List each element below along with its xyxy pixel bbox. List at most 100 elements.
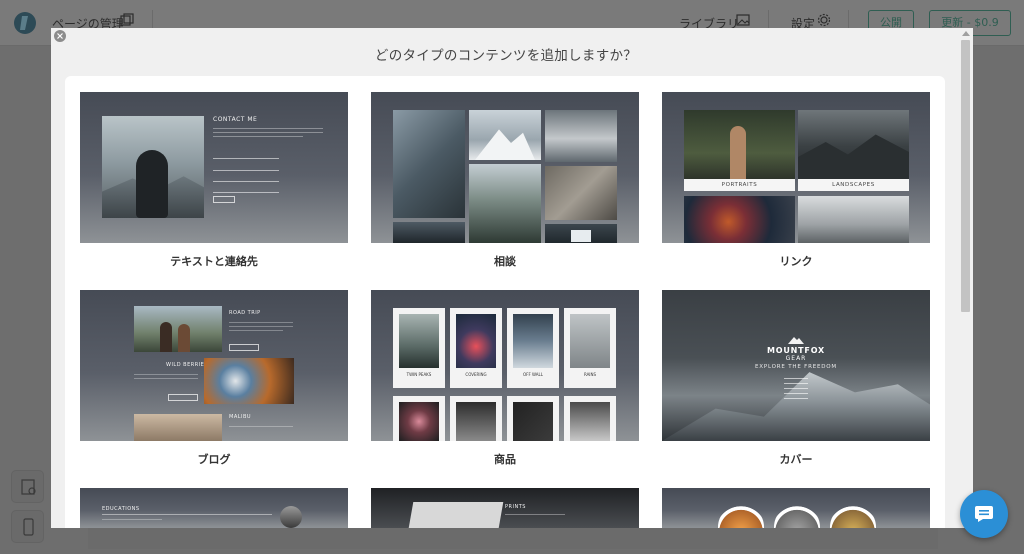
forest-road-image — [469, 164, 541, 243]
product-card — [393, 396, 445, 441]
card-prints[interactable]: PRINTS — [371, 488, 639, 528]
product-name: OFF WALL — [523, 372, 543, 377]
landscape-image — [798, 110, 909, 182]
card-label: カバー — [779, 453, 813, 466]
thumbnail: PORTRAITS LANDSCAPES — [662, 92, 930, 243]
product-card: COVERING — [450, 308, 502, 388]
text-line — [784, 388, 808, 389]
side-mobile-button[interactable] — [11, 510, 44, 543]
card-links[interactable]: PORTRAITS LANDSCAPES リンク — [662, 92, 930, 268]
close-icon — [57, 33, 63, 39]
card-products[interactable]: TWIN PEAKS COVERING OFF WALL RAINS 商品 — [371, 290, 639, 466]
cover-brand-sub: GEAR — [785, 355, 807, 362]
cloud-peak-image — [545, 110, 617, 162]
palm-image — [134, 414, 222, 441]
dark-image — [545, 224, 617, 243]
side-search-button[interactable] — [11, 470, 44, 503]
text-line — [784, 398, 808, 399]
berries-image — [204, 358, 294, 404]
product-name: TWIN PEAKS — [406, 372, 432, 377]
text-line — [134, 378, 198, 379]
snowy-mountain-image — [662, 372, 930, 441]
text-line — [505, 514, 565, 515]
product-card: TWIN PEAKS — [393, 308, 445, 388]
city-image — [798, 196, 909, 243]
card-label: ブログ — [197, 453, 231, 466]
text-line — [213, 128, 323, 129]
canvas-strip — [88, 527, 938, 549]
team-avatar — [774, 504, 820, 528]
card-label: 商品 — [494, 453, 516, 466]
texture-image — [545, 166, 617, 220]
prints-heading: PRINTS — [505, 504, 526, 510]
product-card — [507, 396, 559, 441]
thumbnail: ROAD TRIP WILD BERRIES MALIBU — [80, 290, 348, 441]
card-label: テキストと連絡先 — [170, 255, 258, 268]
road-trip-image — [134, 306, 222, 352]
logo-icon[interactable] — [13, 11, 37, 35]
card-label: リンク — [779, 255, 813, 268]
card-gallery[interactable]: 相談 — [371, 92, 639, 268]
scroll-up-arrow[interactable] — [962, 31, 970, 36]
text-line — [229, 426, 293, 427]
team-avatar — [718, 504, 764, 528]
arch-image — [393, 222, 465, 243]
card-blog[interactable]: ROAD TRIP WILD BERRIES MALIBU ブログ — [80, 290, 348, 466]
thumbnail: CONTACT ME — [80, 92, 348, 243]
content-grid: CONTACT ME テキストと連絡先 相談 PORTRAITS LANDSCA… — [65, 76, 945, 528]
thumbnail: TWIN PEAKS COVERING OFF WALL RAINS — [371, 290, 639, 441]
text-line — [784, 383, 808, 384]
gear-icon[interactable] — [817, 13, 831, 27]
product-card: RAINS — [564, 308, 616, 388]
chat-button[interactable] — [960, 490, 1008, 538]
card-text-contact[interactable]: CONTACT ME テキストと連絡先 — [80, 92, 348, 268]
card-cover[interactable]: MOUNTFOX GEAR EXPLORE THE FREEDOM カバー — [662, 290, 930, 466]
form-field-line — [213, 170, 279, 171]
cover-brand: MOUNTFOX — [767, 346, 825, 355]
landscapes-link: LANDSCAPES — [798, 179, 909, 191]
thumbnail — [662, 488, 930, 528]
resume-heading: EDUCATIONS — [102, 506, 140, 512]
print-image — [408, 502, 504, 528]
product-card: OFF WALL — [507, 308, 559, 388]
text-line — [134, 374, 198, 375]
modal-title: どのタイプのコンテンツを追加しますか？ — [374, 48, 638, 64]
text-line — [784, 378, 808, 379]
card-team[interactable] — [662, 488, 930, 528]
cover-tagline: EXPLORE THE FREEDOM — [755, 364, 837, 370]
form-field-line — [213, 158, 279, 159]
portraits-link: PORTRAITS — [684, 179, 795, 191]
form-field-line — [213, 192, 279, 193]
close-button[interactable] — [54, 30, 66, 42]
text-line — [784, 393, 808, 394]
portrait-image — [684, 110, 795, 182]
team-avatar — [830, 504, 876, 528]
read-more-box — [229, 344, 259, 351]
read-more-box — [168, 394, 198, 401]
text-line — [229, 330, 283, 331]
text-line — [102, 514, 272, 515]
thumbnail: EDUCATIONS — [80, 488, 348, 528]
thumbnail: PRINTS — [371, 488, 639, 528]
coast-image — [393, 110, 465, 218]
blog-title-3: MALIBU — [229, 414, 252, 420]
card-resume[interactable]: EDUCATIONS — [80, 488, 348, 528]
scrollbar-thumb[interactable] — [961, 40, 970, 312]
food-image — [684, 196, 795, 243]
image-icon[interactable] — [736, 13, 750, 27]
thumb-heading: CONTACT ME — [213, 116, 258, 123]
product-name: RAINS — [583, 372, 597, 377]
content-type-modal: どのタイプのコンテンツを追加しますか？ CONTACT ME テキストと連絡先 … — [51, 28, 973, 528]
chat-icon — [975, 506, 993, 522]
thumbnail: MOUNTFOX GEAR EXPLORE THE FREEDOM — [662, 290, 930, 441]
search-page-icon — [21, 479, 36, 495]
product-card — [450, 396, 502, 441]
text-line — [102, 519, 162, 520]
card-label: 相談 — [494, 255, 516, 268]
mobile-icon — [23, 518, 34, 536]
thumbnail — [371, 92, 639, 243]
pages-icon[interactable] — [120, 13, 134, 27]
text-line — [213, 136, 303, 137]
text-line — [229, 326, 293, 327]
text-line — [213, 132, 323, 133]
